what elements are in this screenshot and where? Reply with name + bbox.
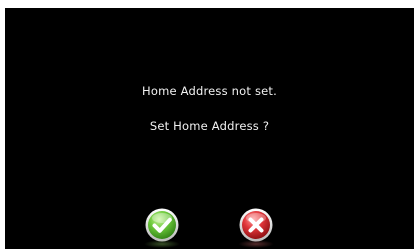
confirm-button-reflection [144,240,180,248]
cancel-button-reflection [238,240,274,248]
cancel-button[interactable] [239,208,273,242]
dialog-message-line1: Home Address not set. [142,84,277,98]
checkmark-icon [145,208,179,242]
navigation-screen: Home Address not set. Set Home Address ? [5,8,414,249]
x-close-icon [239,208,273,242]
dialog-message-line2: Set Home Address ? [149,119,270,133]
confirm-button[interactable] [145,208,179,242]
